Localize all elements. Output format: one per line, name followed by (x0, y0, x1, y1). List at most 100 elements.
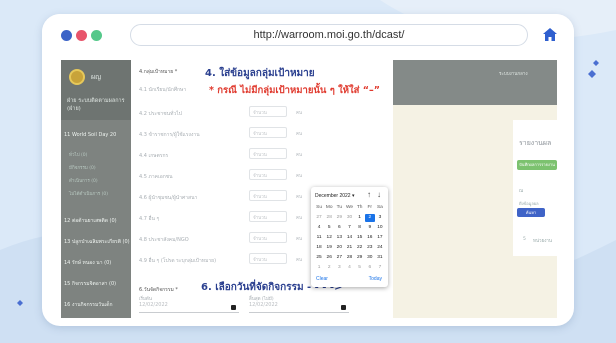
sidebar-subitem[interactable]: ทั่วไป (0) (69, 151, 87, 158)
calendar-day[interactable]: 21 (344, 244, 354, 252)
sidebar-item-16[interactable]: 16 งานกิจกรรมวันเด็ก (61, 301, 131, 309)
calendar-day[interactable]: 11 (314, 234, 324, 242)
unit-label: คน (296, 195, 303, 200)
start-date-input[interactable]: 12/02/2022 (139, 302, 239, 313)
calendar-day[interactable]: 27 (334, 254, 344, 262)
calendar-day[interactable]: 23 (365, 244, 375, 252)
calendar-day[interactable]: 31 (375, 254, 385, 262)
calendar-day[interactable]: 18 (314, 244, 324, 252)
calendar-day[interactable]: 29 (334, 214, 344, 222)
weekday-header: We (345, 205, 354, 210)
calendar-day[interactable]: 10 (375, 224, 385, 232)
calendar-month-select[interactable]: December 2022 ▾ (315, 193, 354, 199)
calendar-day[interactable]: 30 (344, 214, 354, 222)
sidebar-subitem[interactable]: ดำเนินการ (0) (69, 177, 98, 184)
row-label: 4.4 เกษตรกร (139, 153, 169, 159)
row-label: 4.2 ประชาชนทั่วไป (139, 111, 182, 117)
sidebar-item-12[interactable]: 12 ต่อต้านยาเสพติด (0) (61, 217, 131, 225)
annotation-step4: 4. ใส่ข้อมูลกลุ่มเป้าหมาย (205, 68, 315, 79)
sidebar-item-11[interactable]: 11 World Soil Day 20 (61, 132, 131, 138)
calendar-today-button[interactable]: Today (369, 276, 382, 282)
calendar-prev-icon[interactable]: ↑ (367, 190, 371, 199)
sidebar-item-13[interactable]: 13 ปลูกป่าเฉลิมพระเกียรติ (0) (61, 238, 131, 246)
count-input[interactable]: จำนวน (249, 190, 287, 201)
calendar-day[interactable]: 5 (324, 224, 334, 232)
window-dot-red[interactable] (76, 30, 87, 41)
calendar-day[interactable]: 24 (375, 244, 385, 252)
background-blue-button[interactable]: ค้นหา (517, 208, 545, 217)
calendar-day[interactable]: 4 (314, 224, 324, 232)
background-green-button[interactable]: บันทึกผลการรายงาน (517, 160, 557, 170)
calendar-day[interactable]: 29 (355, 254, 365, 262)
calendar-day-selected[interactable]: 2 (364, 214, 375, 222)
weekday-header: Fr (367, 205, 373, 210)
home-icon[interactable] (543, 28, 557, 41)
start-date-value: 12/02/2022 (139, 302, 168, 308)
calendar-next-icon[interactable]: ↓ (377, 190, 381, 199)
calendar-day[interactable]: 28 (344, 254, 354, 262)
calendar-day[interactable]: 5 (355, 264, 365, 272)
calendar-icon[interactable] (231, 305, 236, 310)
count-input[interactable]: จำนวน (249, 106, 287, 117)
count-input[interactable]: จำนวน (249, 169, 287, 180)
calendar-day[interactable]: 30 (365, 254, 375, 262)
row-label: 4.1 นักเรียน/นักศึกษา (139, 87, 187, 93)
calendar-day[interactable]: 2 (324, 264, 334, 272)
calendar-day[interactable]: 22 (355, 244, 365, 252)
row-label: 4.8 ประชาสังคม/NGO (139, 237, 189, 243)
calendar-day[interactable]: 16 (365, 234, 375, 242)
address-bar[interactable]: http://warroom.moi.go.th/dcast/ (130, 24, 528, 46)
background-panel: รายงานผล ณ ดึงข้อมูลผล 5 หน่วยงาน (513, 120, 557, 256)
calendar-day[interactable]: 4 (344, 264, 354, 272)
window-dot-green[interactable] (91, 30, 102, 41)
background-unit: หน่วยงาน (533, 239, 553, 244)
calendar-day[interactable]: 6 (334, 224, 344, 232)
calendar-day[interactable]: 7 (344, 224, 354, 232)
calendar-day[interactable]: 8 (355, 224, 365, 232)
browser-window: http://warroom.moi.go.th/dcast/ ผญ ฝ่าย … (42, 14, 574, 326)
logo-icon (69, 69, 85, 85)
calendar-day[interactable]: 27 (314, 214, 324, 222)
calendar-day[interactable]: 13 (334, 234, 344, 242)
annotation-note: * กรณี ไม่มีกลุ่มเป้าหมายนั้น ๆ ให้ใส่ “… (209, 85, 381, 96)
calendar-day[interactable]: 3 (375, 214, 385, 222)
calendar-day[interactable]: 3 (334, 264, 344, 272)
calendar-clear-button[interactable]: Clear (316, 276, 328, 282)
calendar-day[interactable]: 28 (324, 214, 334, 222)
count-input[interactable]: จำนวน (249, 127, 287, 138)
calendar-day[interactable]: 17 (375, 234, 385, 242)
calendar-day[interactable]: 6 (365, 264, 375, 272)
window-dot-blue[interactable] (61, 30, 72, 41)
weekday-header: Th (356, 205, 363, 210)
count-input[interactable]: จำนวน (249, 211, 287, 222)
calendar-day[interactable]: 20 (334, 244, 344, 252)
row-label: 4.9 อื่น ๆ (โปรด ระบุกลุ่มเป้าหมาย) (139, 258, 217, 264)
unit-label: คน (296, 237, 303, 242)
calendar-day[interactable]: 1 (355, 214, 365, 222)
calendar-day[interactable]: 19 (324, 244, 334, 252)
calendar-day[interactable]: 15 (355, 234, 365, 242)
count-input[interactable]: จำนวน (249, 148, 287, 159)
calendar-day[interactable]: 9 (365, 224, 375, 232)
background-page: ระบบงานกลาง รายงานผล ณ ดึงข้อมูลผล 5 หน่… (393, 60, 557, 318)
sidebar-subitem[interactable]: มีกิจกรรม (0) (69, 164, 96, 171)
sidebar-subitem[interactable]: ไม่ได้ดำเนินการ (0) (69, 190, 108, 197)
calendar-day[interactable]: 12 (324, 234, 334, 242)
unit-label: คน (296, 174, 303, 179)
count-input[interactable]: จำนวน (249, 253, 287, 264)
calendar-icon[interactable] (341, 305, 346, 310)
count-input[interactable]: จำนวน (249, 232, 287, 243)
unit-label: คน (296, 111, 303, 116)
end-date-input[interactable]: 12/02/2022 (249, 302, 349, 313)
calendar-day[interactable]: 1 (314, 264, 324, 272)
row-label: 4.7 อื่น ๆ (139, 216, 160, 222)
sidebar-item-14[interactable]: 14 รักษ์ หนอง นา (0) (61, 259, 131, 267)
background-title: ระบบงานกลาง (499, 72, 528, 77)
sidebar-item-15[interactable]: 15 กิจกรรมจิตอาสา (0) (61, 280, 131, 288)
calendar-day[interactable]: 7 (375, 264, 385, 272)
calendar-day[interactable]: 26 (324, 254, 334, 262)
calendar-day[interactable]: 14 (344, 234, 354, 242)
browser-toolbar: http://warroom.moi.go.th/dcast/ (42, 14, 574, 56)
unit-label: คน (296, 258, 303, 263)
calendar-day[interactable]: 25 (314, 254, 324, 262)
